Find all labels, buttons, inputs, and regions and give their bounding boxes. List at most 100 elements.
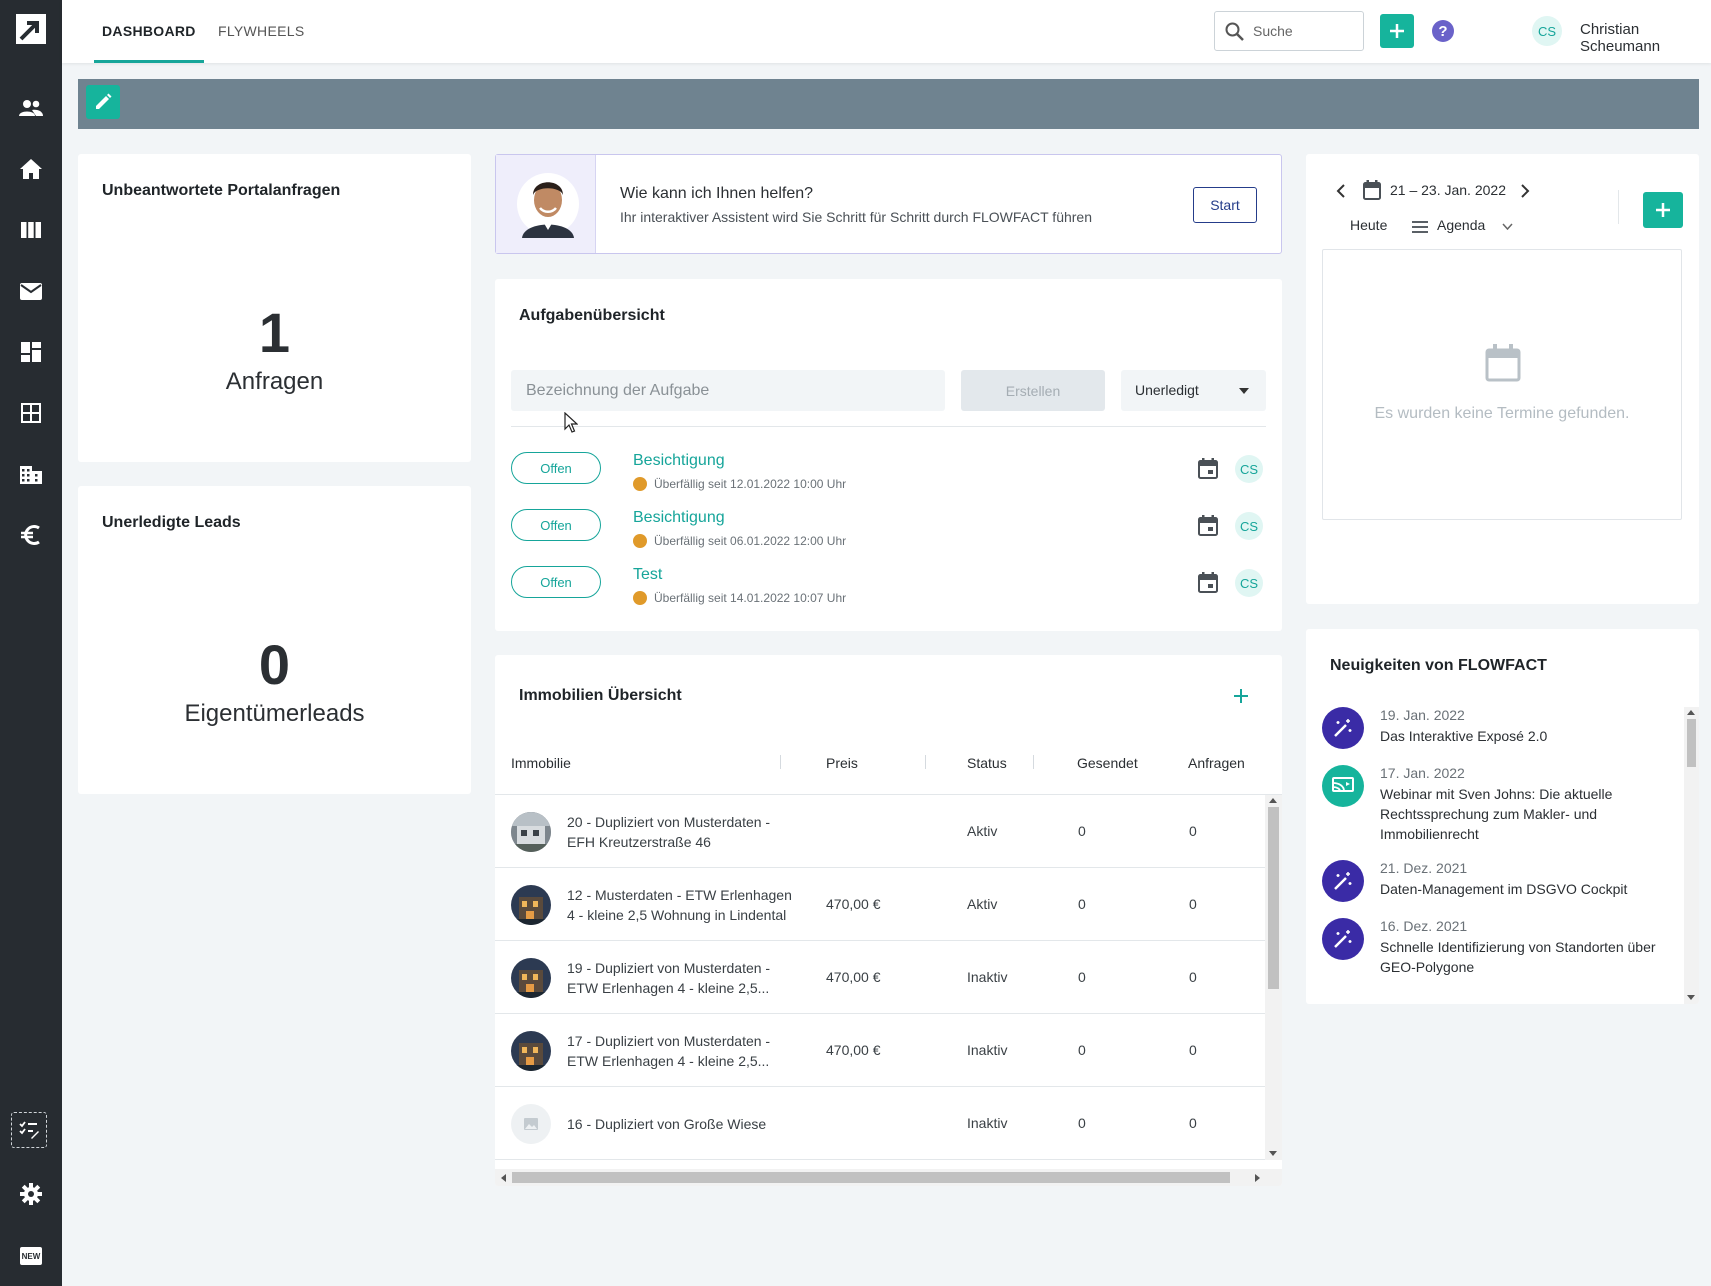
column-divider bbox=[1033, 755, 1034, 769]
euro-icon[interactable] bbox=[13, 517, 49, 553]
user-avatar[interactable]: CS bbox=[1532, 16, 1562, 46]
add-button[interactable] bbox=[1380, 14, 1414, 48]
news-headline[interactable]: Webinar mit Sven Johns: Die aktuelle Rec… bbox=[1380, 784, 1672, 844]
tasks-title: Aufgabenübersicht bbox=[519, 307, 665, 324]
dashboard-edit-strip bbox=[78, 79, 1699, 129]
search-input[interactable] bbox=[1253, 12, 1359, 50]
home-icon[interactable] bbox=[13, 151, 49, 187]
scroll-right-arrow-icon[interactable] bbox=[1255, 1174, 1260, 1182]
add-property-icon[interactable] bbox=[1233, 688, 1249, 704]
news-item[interactable]: 21. Dez. 2021 Daten-Management im DSGVO … bbox=[1322, 860, 1672, 918]
calendar-view-select[interactable]: Agenda bbox=[1437, 217, 1485, 233]
chevron-left-icon[interactable] bbox=[1336, 184, 1345, 198]
news-item[interactable]: 17. Jan. 2022 Webinar mit Sven Johns: Di… bbox=[1322, 765, 1672, 860]
new-icon[interactable]: NEW bbox=[13, 1238, 49, 1274]
open-leads-count[interactable]: 0 bbox=[78, 632, 471, 697]
property-name[interactable]: 20 - Dupliziert von Musterdaten - EFH Kr… bbox=[567, 812, 792, 852]
news-item[interactable]: 16. Dez. 2021 Schnelle Identifizierung v… bbox=[1322, 918, 1672, 994]
edit-dashboard-button[interactable] bbox=[86, 85, 120, 119]
task-filter-select[interactable]: Unerledigt bbox=[1121, 370, 1266, 411]
logo-icon[interactable] bbox=[13, 11, 49, 47]
checklist-icon[interactable] bbox=[11, 1112, 47, 1148]
calendar-icon[interactable] bbox=[1198, 572, 1218, 593]
property-name[interactable]: 16 - Dupliziert von Große Wiese bbox=[567, 1114, 792, 1134]
news-date: 19. Jan. 2022 bbox=[1380, 707, 1465, 723]
calendar-icon[interactable] bbox=[1363, 180, 1381, 200]
horizontal-scroll-thumb[interactable] bbox=[512, 1172, 1230, 1183]
task-row: Offen Test Überfällig seit 14.01.2022 10… bbox=[495, 562, 1282, 619]
chevron-down-icon[interactable] bbox=[1502, 223, 1513, 230]
assistant-subtext: Ihr interaktiver Assistent wird Sie Schr… bbox=[620, 209, 1093, 225]
today-button[interactable]: Heute bbox=[1350, 217, 1387, 233]
property-thumbnail-night bbox=[511, 1031, 551, 1071]
task-status-pill[interactable]: Offen bbox=[511, 566, 601, 598]
column-header-sent[interactable]: Gesendet bbox=[1077, 755, 1138, 771]
settings-icon[interactable] bbox=[13, 1176, 49, 1212]
news-title: Neuigkeiten von FLOWFACT bbox=[1330, 657, 1547, 674]
clock-icon bbox=[633, 591, 647, 605]
tab-dashboard[interactable]: DASHBOARD bbox=[94, 0, 204, 63]
vertical-scrollbar[interactable] bbox=[1265, 795, 1282, 1160]
horizontal-scrollbar[interactable] bbox=[495, 1169, 1282, 1186]
table-row[interactable]: 16 - Dupliziert von Große Wiese Inaktiv … bbox=[495, 1087, 1265, 1160]
user-name[interactable]: Christian Scheumann bbox=[1580, 21, 1711, 55]
chevron-right-icon[interactable] bbox=[1521, 184, 1530, 198]
table-row[interactable]: 19 - Dupliziert von Musterdaten - ETW Er… bbox=[495, 941, 1265, 1014]
portal-requests-label: Anfragen bbox=[225, 368, 324, 395]
task-name-input[interactable] bbox=[511, 370, 945, 411]
table-row[interactable]: 17 - Dupliziert von Musterdaten - ETW Er… bbox=[495, 1014, 1265, 1087]
column-header-requests[interactable]: Anfragen bbox=[1188, 755, 1245, 771]
task-title[interactable]: Besichtigung bbox=[633, 452, 725, 470]
portal-requests-count[interactable]: 1 bbox=[78, 300, 471, 365]
property-name[interactable]: 17 - Dupliziert von Musterdaten - ETW Er… bbox=[567, 1031, 792, 1071]
news-date: 16. Dez. 2021 bbox=[1380, 918, 1468, 934]
news-scrollbar[interactable] bbox=[1684, 707, 1699, 1004]
columns-icon[interactable] bbox=[13, 212, 49, 248]
property-price: 470,00 € bbox=[826, 969, 881, 985]
column-header-status[interactable]: Status bbox=[967, 755, 1007, 771]
scroll-up-arrow-icon[interactable] bbox=[1269, 798, 1277, 803]
table-row[interactable]: 20 - Dupliziert von Musterdaten - EFH Kr… bbox=[495, 795, 1265, 868]
calendar-icon[interactable] bbox=[1198, 458, 1218, 479]
mail-icon[interactable] bbox=[13, 273, 49, 309]
task-status-pill[interactable]: Offen bbox=[511, 452, 601, 484]
task-status-pill[interactable]: Offen bbox=[511, 509, 601, 541]
news-card: Neuigkeiten von FLOWFACT 19. Jan. 2022 D… bbox=[1306, 629, 1699, 1004]
calendar-range[interactable]: 21 – 23. Jan. 2022 bbox=[1390, 182, 1506, 198]
start-assistant-button[interactable]: Start bbox=[1193, 187, 1257, 223]
task-assignee-avatar[interactable]: CS bbox=[1235, 455, 1263, 483]
task-title[interactable]: Test bbox=[633, 566, 662, 584]
create-task-button[interactable]: Erstellen bbox=[961, 370, 1105, 411]
property-sent: 0 bbox=[1078, 896, 1086, 912]
divider bbox=[511, 426, 1266, 427]
table-row[interactable]: 12 - Musterdaten - ETW Erlenhagen 4 - kl… bbox=[495, 868, 1265, 941]
task-assignee-avatar[interactable]: CS bbox=[1235, 512, 1263, 540]
news-headline[interactable]: Daten-Management im DSGVO Cockpit bbox=[1380, 879, 1672, 899]
news-headline[interactable]: Schnelle Identifizierung von Standorten … bbox=[1380, 937, 1672, 977]
scroll-left-arrow-icon[interactable] bbox=[501, 1174, 506, 1182]
vertical-scroll-thumb[interactable] bbox=[1268, 807, 1279, 989]
help-icon[interactable]: ? bbox=[1432, 20, 1454, 42]
news-scroll-thumb[interactable] bbox=[1687, 719, 1696, 767]
properties-title: Immobilien Übersicht bbox=[519, 687, 682, 704]
building-icon[interactable] bbox=[13, 456, 49, 492]
calendar-icon[interactable] bbox=[1198, 515, 1218, 536]
dashboard-icon[interactable] bbox=[13, 334, 49, 370]
scroll-up-arrow-icon[interactable] bbox=[1687, 710, 1695, 715]
add-appointment-button[interactable] bbox=[1643, 192, 1683, 228]
webinar-icon bbox=[1322, 765, 1364, 807]
property-name[interactable]: 19 - Dupliziert von Musterdaten - ETW Er… bbox=[567, 958, 792, 998]
column-header-property[interactable]: Immobilie bbox=[511, 755, 571, 771]
contacts-icon[interactable] bbox=[13, 90, 49, 126]
property-price: 470,00 € bbox=[826, 896, 881, 912]
news-headline[interactable]: Das Interaktive Exposé 2.0 bbox=[1380, 726, 1672, 746]
scroll-down-arrow-icon[interactable] bbox=[1687, 995, 1695, 1000]
scroll-down-arrow-icon[interactable] bbox=[1269, 1151, 1277, 1156]
grid-icon[interactable] bbox=[13, 395, 49, 431]
property-name[interactable]: 12 - Musterdaten - ETW Erlenhagen 4 - kl… bbox=[567, 885, 792, 925]
tab-flywheels[interactable]: FLYWHEELS bbox=[210, 0, 312, 63]
column-header-price[interactable]: Preis bbox=[826, 755, 858, 771]
task-assignee-avatar[interactable]: CS bbox=[1235, 569, 1263, 597]
news-item[interactable]: 19. Jan. 2022 Das Interaktive Exposé 2.0 bbox=[1322, 707, 1672, 765]
task-title[interactable]: Besichtigung bbox=[633, 509, 725, 527]
